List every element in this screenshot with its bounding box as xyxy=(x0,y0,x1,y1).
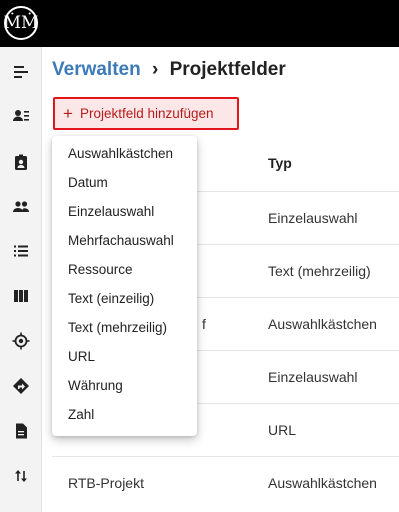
crosshair-icon[interactable] xyxy=(0,327,42,355)
breadcrumb: Verwalten › Projektfelder xyxy=(52,59,286,81)
breadcrumb-separator: › xyxy=(152,59,159,80)
row-type: URL xyxy=(268,422,297,438)
swap-vertical-icon[interactable] xyxy=(0,462,42,490)
table-row[interactable]: RTB-Projekt Auswahlkästchen xyxy=(52,456,399,509)
add-project-field-button[interactable]: + Projektfeld hinzufügen xyxy=(53,97,239,130)
menu-item-text-einzeilig[interactable]: Text (einzeilig) xyxy=(52,284,197,313)
people-icon[interactable] xyxy=(0,193,42,221)
row-name: f xyxy=(202,316,206,332)
menu-item-url[interactable]: URL xyxy=(52,342,197,371)
row-type: Auswahlkästchen xyxy=(268,475,377,491)
sidebar xyxy=(0,47,42,512)
row-type: Einzelauswahl xyxy=(268,369,358,385)
add-project-field-label: Projektfeld hinzufügen xyxy=(79,106,214,121)
row-type: Text (mehrzeilig) xyxy=(268,263,371,279)
column-header-type[interactable]: Typ xyxy=(268,155,292,171)
row-type: Einzelauswahl xyxy=(268,210,358,226)
breadcrumb-parent-link[interactable]: Verwalten xyxy=(52,59,141,80)
document-icon[interactable] xyxy=(0,417,42,445)
list-icon[interactable] xyxy=(0,237,42,265)
top-bar: ṀṀ xyxy=(0,0,399,47)
logo-text: ṀṀ xyxy=(3,12,39,33)
row-type: Auswahlkästchen xyxy=(268,316,377,332)
contacts-list-icon[interactable] xyxy=(0,102,42,130)
clipboard-account-icon[interactable] xyxy=(0,148,42,176)
field-type-dropdown-menu: Auswahlkästchen Datum Einzelauswahl Mehr… xyxy=(52,136,197,436)
menu-item-ressource[interactable]: Ressource xyxy=(52,255,197,284)
menu-item-mehrfachauswahl[interactable]: Mehrfachauswahl xyxy=(52,226,197,255)
menu-collapse-icon[interactable] xyxy=(0,58,42,86)
plus-icon: + xyxy=(63,104,73,123)
app-logo[interactable]: ṀṀ xyxy=(4,6,38,40)
row-name: RTB-Projekt xyxy=(68,475,144,491)
menu-item-zahl[interactable]: Zahl xyxy=(52,400,197,429)
columns-icon[interactable] xyxy=(0,282,42,310)
menu-item-datum[interactable]: Datum xyxy=(52,168,197,197)
menu-item-waehrung[interactable]: Währung xyxy=(52,371,197,400)
direction-sign-icon[interactable] xyxy=(0,372,42,400)
page-title: Projektfelder xyxy=(169,59,286,80)
menu-item-einzelauswahl[interactable]: Einzelauswahl xyxy=(52,197,197,226)
menu-item-auswahlkaestchen[interactable]: Auswahlkästchen xyxy=(52,139,197,168)
menu-item-text-mehrzeilig[interactable]: Text (mehrzeilig) xyxy=(52,313,197,342)
